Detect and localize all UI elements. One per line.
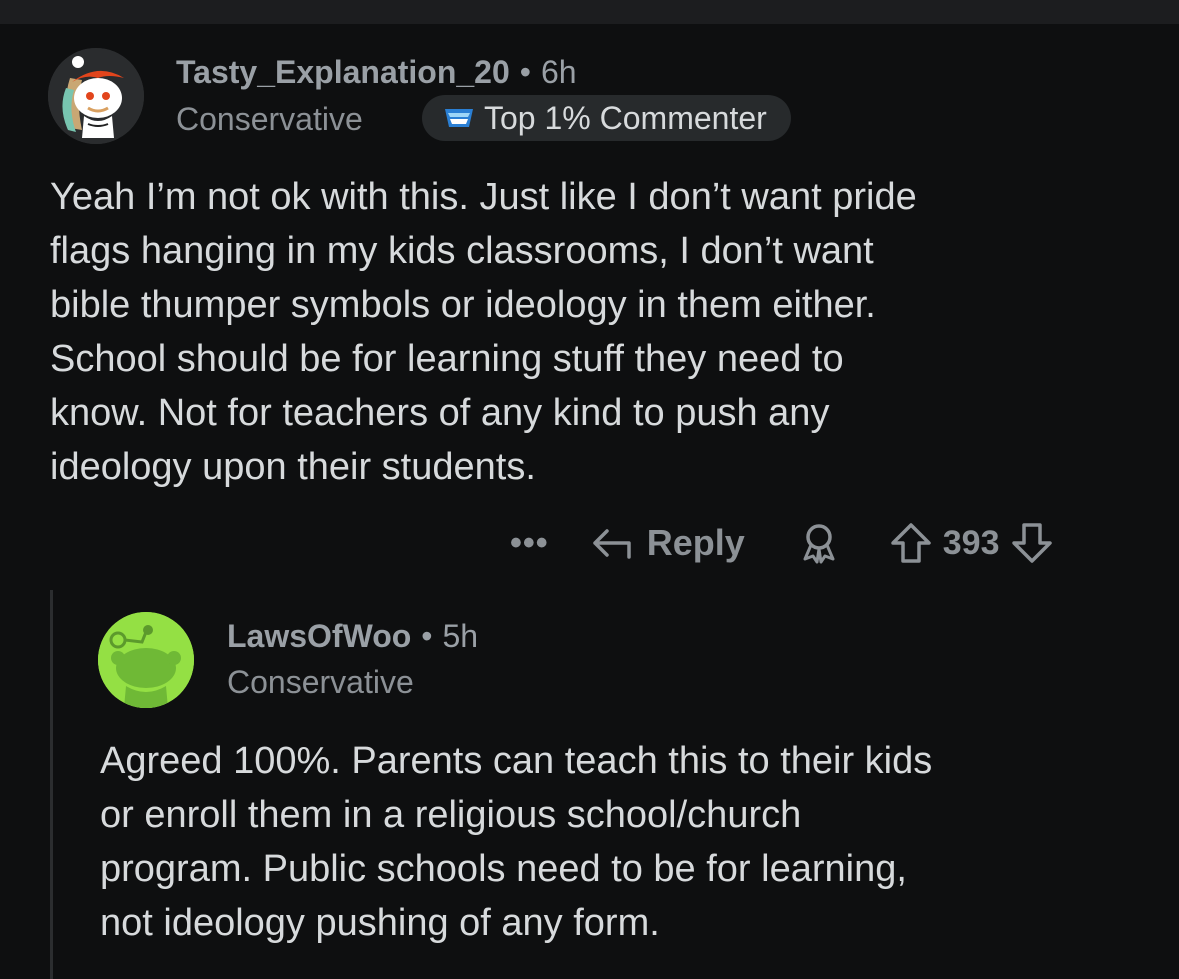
comment2-line: or enroll them in a religious school/chu… bbox=[100, 794, 802, 836]
comment1-line: know. Not for teachers of any kind to pu… bbox=[50, 392, 830, 434]
avatar-snoo-icon bbox=[48, 48, 144, 144]
comment1-body: Yeah I’m not ok with this. Just like I d… bbox=[50, 170, 917, 494]
vote-count: 393 bbox=[942, 523, 1000, 562]
comment1-meta: Tasty_Explanation_20 • 6h bbox=[176, 52, 577, 92]
avatar-tasty-explanation[interactable] bbox=[48, 48, 144, 144]
more-options-button[interactable]: ••• bbox=[510, 524, 549, 563]
comment2-flair: Conservative bbox=[227, 664, 414, 700]
comment2-line: program. Public schools need to be for l… bbox=[100, 848, 907, 890]
reply-button[interactable]: Reply bbox=[589, 522, 745, 564]
comment1-flair: Conservative bbox=[176, 101, 363, 137]
upvote-icon[interactable] bbox=[889, 521, 933, 565]
comment1-line: bible thumper symbols or ideology in the… bbox=[50, 284, 876, 326]
comment1-line: ideology upon their students. bbox=[50, 446, 536, 488]
reply-label: Reply bbox=[646, 522, 745, 563]
comment1-line: flags hanging in my kids classrooms, I d… bbox=[50, 230, 874, 272]
reply-arrow-icon bbox=[592, 529, 631, 559]
comment2-line: not ideology pushing of any form. bbox=[100, 902, 660, 944]
top-commenter-badge[interactable]: Top 1% Commenter bbox=[422, 95, 791, 141]
meta-separator: • bbox=[519, 54, 531, 90]
top-bar bbox=[0, 0, 1179, 24]
comment2-username[interactable]: LawsOfWoo bbox=[227, 618, 411, 654]
meta-separator: • bbox=[421, 618, 433, 654]
comment1-username[interactable]: Tasty_Explanation_20 bbox=[176, 54, 510, 90]
comment1-line: School should be for learning stuff they… bbox=[50, 338, 844, 380]
comment2-time: 5h bbox=[442, 618, 479, 654]
comment1-actions: ••• Reply 393 bbox=[510, 515, 1054, 571]
thread-line[interactable] bbox=[50, 590, 53, 979]
comment2-line: Agreed 100%. Parents can teach this to t… bbox=[100, 740, 933, 782]
award-icon[interactable] bbox=[797, 521, 841, 565]
avatar-snoo-icon bbox=[98, 612, 194, 708]
comment1-time: 6h bbox=[540, 54, 577, 90]
comment2-body: Agreed 100%. Parents can teach this to t… bbox=[100, 734, 932, 950]
avatar-laws-of-woo[interactable] bbox=[98, 612, 194, 708]
downvote-icon[interactable] bbox=[1010, 521, 1054, 565]
comment1-line: Yeah I’m not ok with this. Just like I d… bbox=[50, 176, 917, 218]
comment2-meta: LawsOfWoo • 5h bbox=[227, 616, 478, 656]
top-commenter-badge-icon bbox=[445, 109, 473, 127]
badge-label: Top 1% Commenter bbox=[484, 99, 767, 136]
